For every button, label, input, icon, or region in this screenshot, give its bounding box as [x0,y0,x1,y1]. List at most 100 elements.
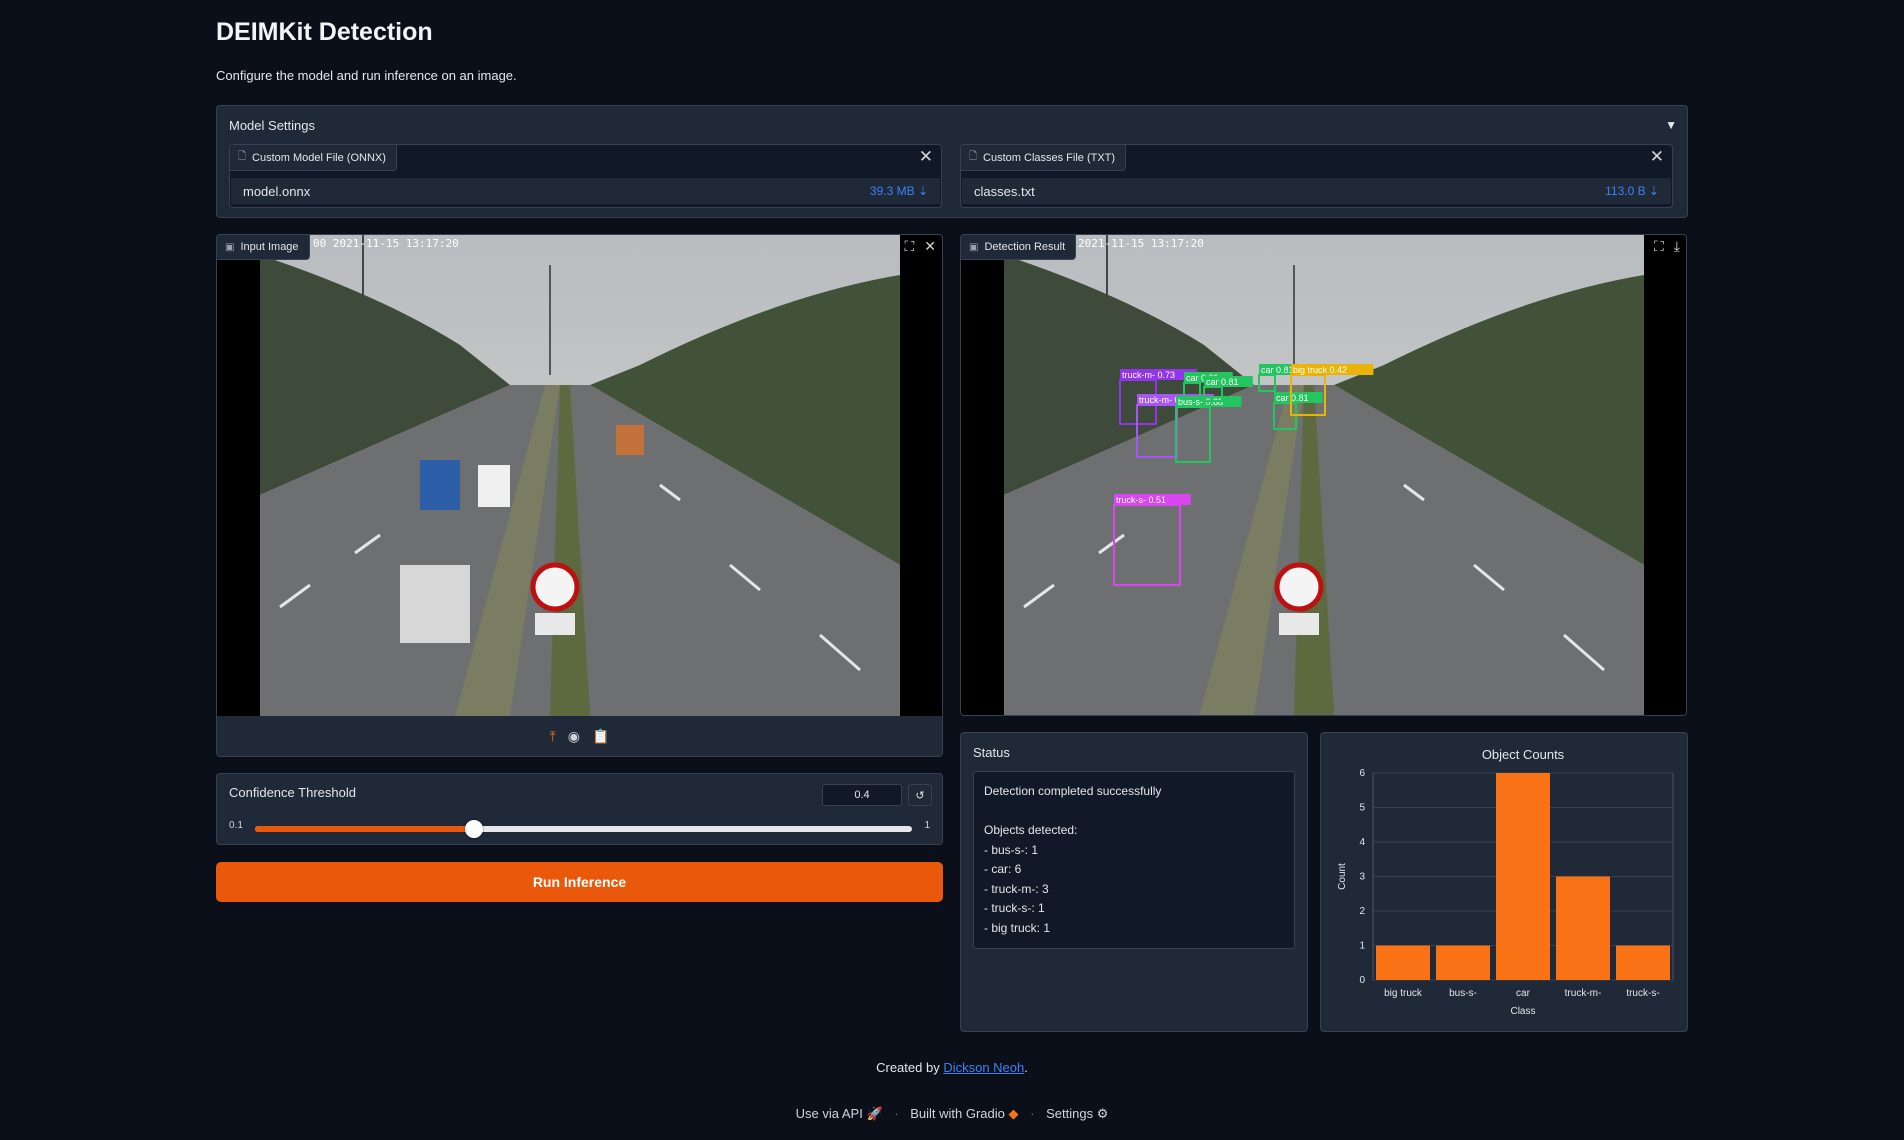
bar-chart: Object Counts 0 1 2 3 4 5 6 big truck bus-s-car tr… [1337,747,1674,1017]
detection-label: big truck 0.42 [1293,365,1347,375]
result-image-label-text: Detection Result [984,241,1066,253]
threshold-label: Confidence Threshold [229,785,356,800]
detection-label: truck-s- 0.51 [1116,495,1166,505]
api-link[interactable]: Use via API [796,1106,863,1121]
input-image-label-text: Input Image [240,241,299,253]
highway-scene [260,235,900,716]
input-image-label: ▣ Input Image [217,235,310,260]
status-panel: Status Detection completed successfully … [960,732,1308,1032]
bar [1496,773,1550,980]
status-line: - truck-s-: 1 [984,901,1045,915]
object-counts-chart: Object Counts 0 1 2 3 4 5 6 big truck bus-s-car tr… [1320,732,1688,1032]
gear-icon: ⚙ [1096,1106,1109,1121]
result-image-toolbar: ⛶ ⤓ [1654,238,1680,255]
y-tick-label: 2 [1359,906,1365,917]
model-file-upload[interactable]: 🗋 Custom Model File (ONNX) ✕ model.onnx … [229,144,942,208]
page-subtitle: Configure the model and run inference on… [216,68,517,83]
gradio-logo-icon: ◆ [1008,1106,1019,1121]
model-file-row: model.onnx 39.3 MB ⇣ [231,178,940,204]
detection-result-panel: ▣ Detection Result ⛶ ⤓ 2021-11-15 13:17:… [960,234,1687,716]
chart-title: Object Counts [1482,747,1565,762]
image-source-bar: ⤒ ◉ 📋 [217,716,942,756]
image-icon: ▣ [225,241,235,253]
upload-icon[interactable]: ⤒ [550,728,556,745]
threshold-number-input[interactable] [822,784,902,806]
y-tick-label: 5 [1359,803,1365,814]
classes-file-upload[interactable]: 🗋 Custom Classes File (TXT) ✕ classes.tx… [960,144,1673,208]
image-timestamp: 00 2021-11-15 13:17:20 [313,237,459,250]
detection-result-image: 2021-11-15 13:17:20 truck-m- 0.73 truck-m… [961,235,1686,715]
gradio-footer: Use via API 🚀 · Built with Gradio ◆ · Se… [0,1106,1904,1122]
y-tick-label: 4 [1359,837,1365,848]
x-tick-label: truck-m- [1565,988,1602,999]
status-line: - car: 6 [984,862,1022,876]
separator: · [1030,1106,1035,1121]
status-line [984,802,1284,822]
model-file-download-link[interactable]: 39.3 MB ⇣ [870,184,928,198]
classes-file-label-text: Custom Classes File (TXT) [983,151,1116,164]
image-icon: ▣ [969,241,979,253]
slider-min-label: 0.1 [229,820,243,831]
classes-file-label: 🗋 Custom Classes File (TXT) [961,145,1127,171]
status-line: - big truck: 1 [984,920,1051,935]
input-image[interactable]: 00 2021-11-15 13:17:20 [217,235,942,716]
credits-suffix: . [1024,1060,1028,1075]
detection-label: truck-m- 0.73 [1122,370,1175,380]
close-icon[interactable]: ✕ [924,238,936,255]
input-image-panel: ▣ Input Image ⛶ ✕ 00 2021-11-15 13:17:20 [216,234,943,757]
x-axis-label: Class [1510,1006,1535,1017]
y-tick-label: 6 [1359,768,1365,779]
separator: · [894,1106,899,1121]
y-axis-label: Count [1337,863,1348,890]
slider-thumb[interactable] [464,820,483,838]
reset-icon[interactable]: ↺ [908,784,932,806]
y-tick-label: 3 [1359,872,1365,883]
fullscreen-icon[interactable]: ⛶ [1654,238,1664,255]
x-tick-label: truck-s- [1626,988,1659,999]
classes-file-download-link[interactable]: 113.0 B ⇣ [1605,184,1659,198]
status-textbox[interactable]: Detection completed successfully Objects… [973,771,1295,949]
credits-prefix: Created by [876,1060,944,1075]
detection-label: car 0.81 [1276,393,1309,403]
chevron-down-icon[interactable]: ▼ [1665,118,1677,132]
y-tick-label: 0 [1359,975,1365,986]
x-tick-label: big truck [1384,988,1423,999]
slider-fill [255,826,474,832]
result-image-label: ▣ Detection Result [961,235,1077,260]
status-line: Objects detected: [984,823,1078,837]
status-label: Status [973,745,1010,760]
classes-file-name: classes.txt [974,183,1035,199]
model-file-label: 🗋 Custom Model File (ONNX) [230,145,397,171]
close-icon[interactable]: ✕ [919,147,933,167]
model-settings-accordion: Model Settings ▼ 🗋 Custom Model File (ON… [216,105,1688,218]
x-tick-label: bus-s- [1449,988,1477,999]
model-settings-title[interactable]: Model Settings [229,118,315,133]
bar [1556,876,1610,980]
run-inference-button[interactable]: Run Inference [216,862,943,902]
image-timestamp: 2021-11-15 13:17:20 [1078,237,1204,250]
author-link[interactable]: Dickson Neoh [943,1060,1024,1075]
confidence-threshold-panel: Confidence Threshold ↺ 0.1 1 [216,773,943,845]
x-tick-label: car [1516,988,1531,999]
clipboard-icon[interactable]: 📋 [592,728,609,745]
input-image-toolbar: ⛶ ✕ [904,238,936,255]
status-line: - bus-s-: 1 [984,842,1039,857]
download-icon[interactable]: ⤓ [1674,238,1680,255]
file-icon: 🗋 [969,151,978,162]
page-title: DEIMKit Detection [216,18,433,46]
settings-link[interactable]: Settings [1046,1106,1093,1121]
bar [1376,945,1430,980]
gradio-link[interactable]: Built with Gradio [910,1106,1005,1121]
y-tick-label: 1 [1359,941,1365,952]
detection-label: car 0.81 [1261,365,1294,375]
classes-file-row: classes.txt 113.0 B ⇣ [962,178,1671,204]
model-file-label-text: Custom Model File (ONNX) [252,151,386,164]
threshold-slider[interactable] [255,820,912,838]
file-icon: 🗋 [238,151,247,162]
webcam-icon[interactable]: ◉ [568,728,580,745]
bar [1616,945,1670,980]
fullscreen-icon[interactable]: ⛶ [904,238,914,255]
close-icon[interactable]: ✕ [1650,147,1664,167]
model-file-name: model.onnx [243,183,311,199]
slider-max-label: 1 [924,820,930,831]
